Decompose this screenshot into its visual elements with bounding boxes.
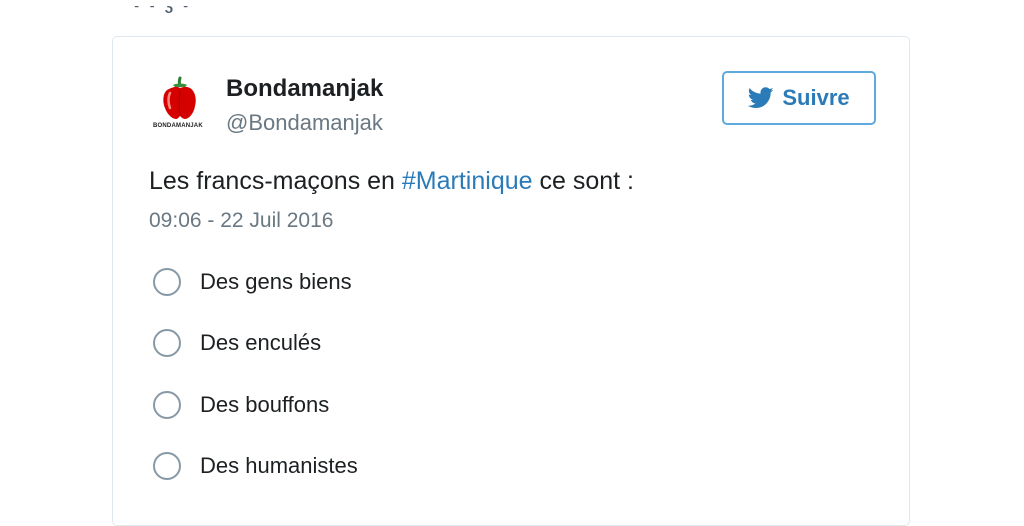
avatar-logo-text: BONDAMANJAK: [153, 123, 203, 129]
poll-option[interactable]: Des enculés: [153, 326, 321, 360]
poll-option-label: Des enculés: [200, 330, 322, 355]
tweet-text-after: ce sont :: [532, 167, 634, 195]
red-pepper-icon: [163, 76, 196, 119]
author-display-name[interactable]: Bondamanjak: [226, 75, 383, 103]
poll-option[interactable]: Des humanistes: [153, 449, 358, 483]
twitter-bird-icon: [748, 87, 774, 108]
author-handle[interactable]: @Bondamanjak: [226, 110, 383, 136]
hashtag-link[interactable]: #Martinique: [402, 167, 533, 195]
poll-option-label: Des gens biens: [200, 269, 352, 294]
radio-circle-icon[interactable]: [153, 391, 181, 419]
cropped-header-fragment: ▪ ▪ ʒ ▪: [134, 6, 234, 20]
poll-option-label: Des bouffons: [200, 392, 330, 417]
author-avatar[interactable]: BONDAMANJAK: [149, 75, 209, 135]
follow-button[interactable]: Suivre: [722, 71, 876, 125]
poll-option[interactable]: Des gens biens: [153, 265, 352, 299]
tweet-text-before: Les francs-maçons en: [149, 167, 402, 195]
radio-circle-icon[interactable]: [153, 329, 181, 357]
follow-button-label: Suivre: [782, 85, 850, 110]
embedded-tweet-card: BONDAMANJAK Bondamanjak @Bondamanjak Sui…: [112, 36, 910, 526]
poll-option[interactable]: Des bouffons: [153, 388, 329, 422]
tweet-text: Les francs-maçons en #Martinique ce sont…: [149, 167, 634, 196]
radio-circle-icon[interactable]: [153, 268, 181, 296]
radio-circle-icon[interactable]: [153, 452, 181, 480]
poll-option-label: Des humanistes: [200, 453, 358, 478]
tweet-timestamp[interactable]: 09:06 - 22 Juil 2016: [149, 209, 333, 233]
